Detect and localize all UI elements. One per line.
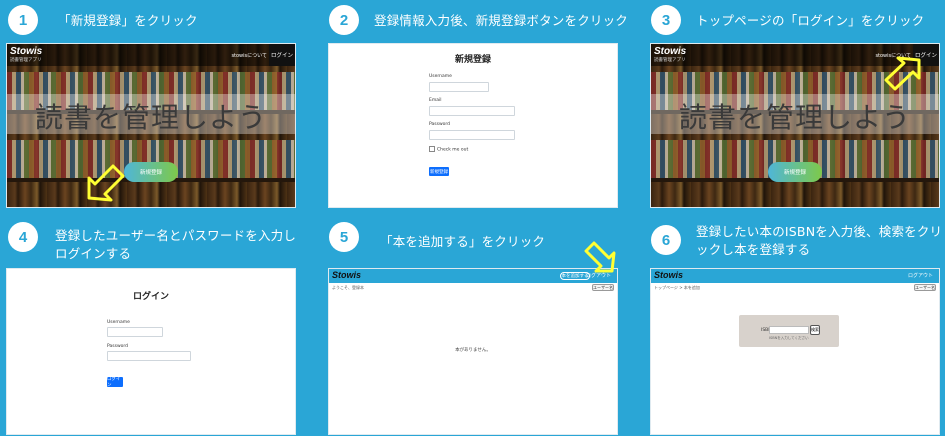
screenshot-login-form: ログイン Username Password ログイン bbox=[6, 268, 296, 435]
arrow-pointer-icon bbox=[584, 241, 616, 273]
arrow-pointer-icon bbox=[87, 164, 125, 202]
check-me-out-checkbox[interactable]: Check me out bbox=[429, 146, 468, 153]
app-logo[interactable]: Stowis bbox=[654, 46, 686, 57]
welcome-text: ようこそ、登録本 bbox=[332, 285, 364, 290]
page-title: 新規登録 bbox=[454, 55, 491, 65]
app-logo[interactable]: Stowis bbox=[10, 46, 42, 57]
hero-title: 読書を管理しよう bbox=[678, 101, 911, 134]
screenshot-book-list: Stowis 本を追加する ログアウト ユーザー名 ようこそ、登録本 本がありま… bbox=[328, 268, 618, 435]
step-2-text: 登録情報入力後、新規登録ボタンをクリック bbox=[374, 13, 629, 28]
step-6-text-line2: ックし本を登録する bbox=[696, 242, 811, 257]
step-6-badge: 6 bbox=[651, 225, 681, 255]
isbn-input[interactable] bbox=[769, 326, 809, 334]
screenshot-top-page-register: Stowis 読書管理アプリ stowisについて ログイン 読書を管理しよう … bbox=[6, 43, 296, 208]
isbn-hint: ISBNを入力してください bbox=[769, 336, 809, 340]
email-label: Email bbox=[429, 98, 442, 103]
login-submit-button[interactable]: ログイン bbox=[107, 377, 123, 388]
about-link[interactable]: stowisについて bbox=[231, 52, 267, 59]
register-submit-button[interactable]: 新規登録 bbox=[429, 167, 449, 176]
password-input[interactable] bbox=[429, 130, 515, 140]
step-6-text-line1: 登録したい本のISBNを入力後、検索をクリ bbox=[696, 224, 943, 239]
step-1-text: 「新規登録」をクリック bbox=[58, 13, 198, 28]
page-title: ログイン bbox=[132, 292, 169, 302]
step-3-text: トップページの「ログイン」をクリック bbox=[696, 13, 925, 28]
isbn-search-panel: ISBN 検索 ISBNを入力してください bbox=[739, 315, 839, 347]
register-button[interactable]: 新規登録 bbox=[768, 162, 822, 182]
email-input[interactable] bbox=[429, 106, 515, 116]
isbn-search-button[interactable]: 検索 bbox=[810, 325, 820, 335]
app-logo-subtitle: 読書管理アプリ bbox=[654, 58, 686, 63]
password-label: Password bbox=[429, 122, 451, 127]
app-logo-subtitle: 読書管理アプリ bbox=[10, 58, 42, 63]
step-2-badge: 2 bbox=[329, 5, 359, 35]
screenshot-register-form: 新規登録 Username Email Password Check me ou… bbox=[328, 43, 618, 208]
arrow-pointer-icon bbox=[884, 56, 921, 91]
step-5-text: 「本を追加する」をクリック bbox=[380, 234, 546, 249]
step-4-badge: 4 bbox=[8, 222, 38, 252]
register-button[interactable]: 新規登録 bbox=[124, 162, 178, 182]
step-4-text-line2: ログインする bbox=[55, 246, 132, 261]
username-label: Username bbox=[107, 320, 130, 325]
user-button[interactable]: ユーザー名 bbox=[592, 284, 614, 291]
app-logo[interactable]: Stowis bbox=[332, 270, 361, 280]
empty-state-text: 本がありません。 bbox=[455, 348, 491, 353]
step-4-text-line1: 登録したユーザー名とパスワードを入力し bbox=[55, 228, 297, 243]
login-button[interactable]: ログイン bbox=[269, 44, 295, 66]
navbar bbox=[651, 269, 939, 283]
breadcrumb: トップページ > 本を追加 bbox=[654, 285, 700, 290]
screenshot-isbn-search: Stowis ログアウト ユーザー名 トップページ > 本を追加 ISBN 検索… bbox=[650, 268, 940, 435]
password-input[interactable] bbox=[107, 351, 191, 361]
logout-link[interactable]: ログアウト bbox=[908, 272, 933, 279]
username-input[interactable] bbox=[107, 327, 163, 337]
username-input[interactable] bbox=[429, 82, 489, 92]
app-logo[interactable]: Stowis bbox=[654, 270, 683, 280]
step-1-badge: 1 bbox=[8, 5, 38, 35]
step-5-badge: 5 bbox=[329, 222, 359, 252]
user-button[interactable]: ユーザー名 bbox=[914, 284, 936, 291]
username-label: Username bbox=[429, 74, 452, 79]
screenshot-top-page-login: Stowis 読書管理アプリ stowisについて ログイン 読書を管理しよう … bbox=[650, 43, 940, 208]
password-label: Password bbox=[107, 344, 129, 349]
hero-title: 読書を管理しよう bbox=[34, 101, 267, 134]
step-3-badge: 3 bbox=[651, 5, 681, 35]
